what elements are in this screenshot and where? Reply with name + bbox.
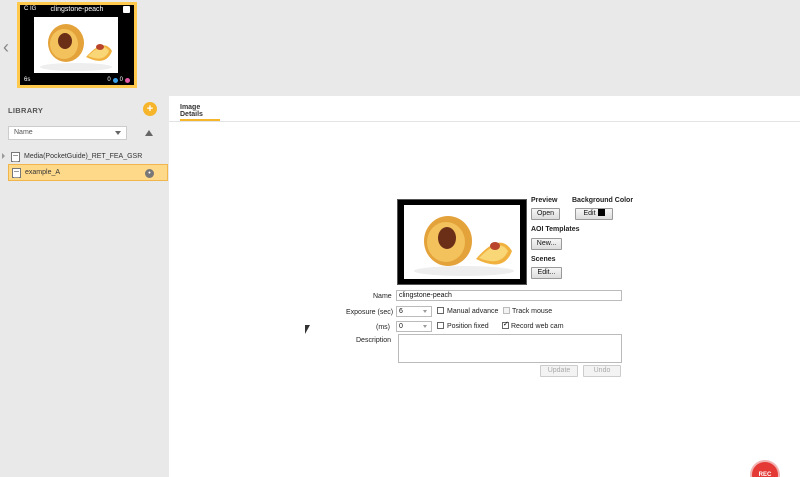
ms-value: 0 <box>399 323 403 330</box>
timeline-thumbnail[interactable]: C IG clingstone-peach 6s 0 0 <box>17 2 137 88</box>
thumbnail-count-a: 0 <box>107 77 111 83</box>
scenes-label: Scenes <box>531 256 556 263</box>
edit-scenes-button[interactable]: Edit... <box>531 267 562 279</box>
chevron-down-icon <box>423 310 427 313</box>
library-heading: LIBRARY <box>8 106 44 115</box>
document-icon <box>12 167 21 178</box>
thumbnail-frame: C IG clingstone-peach 6s 0 0 <box>20 5 134 85</box>
record-web-cam-label: Record web cam <box>511 323 564 330</box>
update-button: Update <box>540 365 578 377</box>
background-color-edit-label: Edit <box>583 210 596 217</box>
tab-divider <box>169 121 800 122</box>
exposure-label: Exposure (sec) <box>346 309 394 316</box>
aoi-templates-label: AOI Templates <box>531 226 580 233</box>
chevron-down-icon <box>423 325 427 328</box>
library-item-label: example_A <box>25 169 61 176</box>
thumbnail-duration: 6s <box>24 77 31 83</box>
position-fixed-checkbox[interactable] <box>437 322 444 329</box>
thumbnail-title: clingstone-peach <box>50 6 104 13</box>
camera-icon <box>123 6 130 13</box>
expand-icon[interactable] <box>2 153 5 159</box>
blue-dot-icon <box>112 77 118 83</box>
record-web-cam-checkbox[interactable] <box>502 320 509 329</box>
color-swatch-icon <box>597 209 605 216</box>
add-button[interactable]: + <box>143 102 157 116</box>
track-mouse-checkbox <box>503 307 510 314</box>
more-options-icon[interactable]: • <box>145 169 154 178</box>
library-item-selected[interactable]: example_A • <box>8 164 168 181</box>
document-icon <box>11 151 20 162</box>
library-panel: LIBRARY + Name Media(PocketGuide)_RET_FE… <box>0 96 169 477</box>
exposure-value: 6 <box>399 308 403 315</box>
preview-label: Preview <box>531 197 558 204</box>
description-field[interactable] <box>398 334 622 363</box>
name-field[interactable]: clingstone-peach <box>396 290 622 301</box>
chevron-down-icon <box>115 131 121 135</box>
description-label: Description <box>356 337 392 344</box>
exposure-select[interactable]: 6 <box>396 306 432 317</box>
sort-direction-icon[interactable] <box>145 130 153 136</box>
undo-button: Undo <box>583 365 621 377</box>
thumbnail-counts: 0 0 <box>107 77 130 83</box>
library-item-label: Media(PocketGuide)_RET_FEA_GSR <box>24 153 143 160</box>
ms-select[interactable]: 0 <box>396 321 432 332</box>
new-aoi-button[interactable]: New... <box>531 238 562 250</box>
sort-select-value: Name <box>14 129 33 136</box>
pink-dot-icon <box>125 77 130 83</box>
track-mouse-label: Track mouse <box>512 308 553 315</box>
mouse-cursor-icon <box>305 325 310 334</box>
manual-advance-checkbox[interactable] <box>437 307 444 314</box>
library-item[interactable]: Media(PocketGuide)_RET_FEA_GSR <box>2 148 168 165</box>
background-color-label: Background Color <box>572 197 634 204</box>
position-fixed-label: Position fixed <box>447 323 489 330</box>
image-details-panel: Image Details Preview Open Background Co… <box>169 96 800 477</box>
open-button[interactable]: Open <box>531 208 560 220</box>
timeline-strip: ‹ C IG clingstone-peach 6s 0 0 <box>0 0 800 96</box>
preview-image <box>404 205 520 279</box>
manual-advance-label: Manual advance <box>447 308 499 315</box>
name-label: Name <box>373 293 392 300</box>
chevron-left-icon[interactable]: ‹ <box>3 38 9 56</box>
image-preview <box>397 199 527 285</box>
sort-select[interactable]: Name <box>8 126 127 140</box>
ms-label: (ms) <box>376 324 390 331</box>
background-color-edit-button[interactable]: Edit <box>575 208 613 220</box>
thumbnail-count-b: 0 <box>119 77 123 83</box>
thumbnail-image <box>34 17 118 73</box>
